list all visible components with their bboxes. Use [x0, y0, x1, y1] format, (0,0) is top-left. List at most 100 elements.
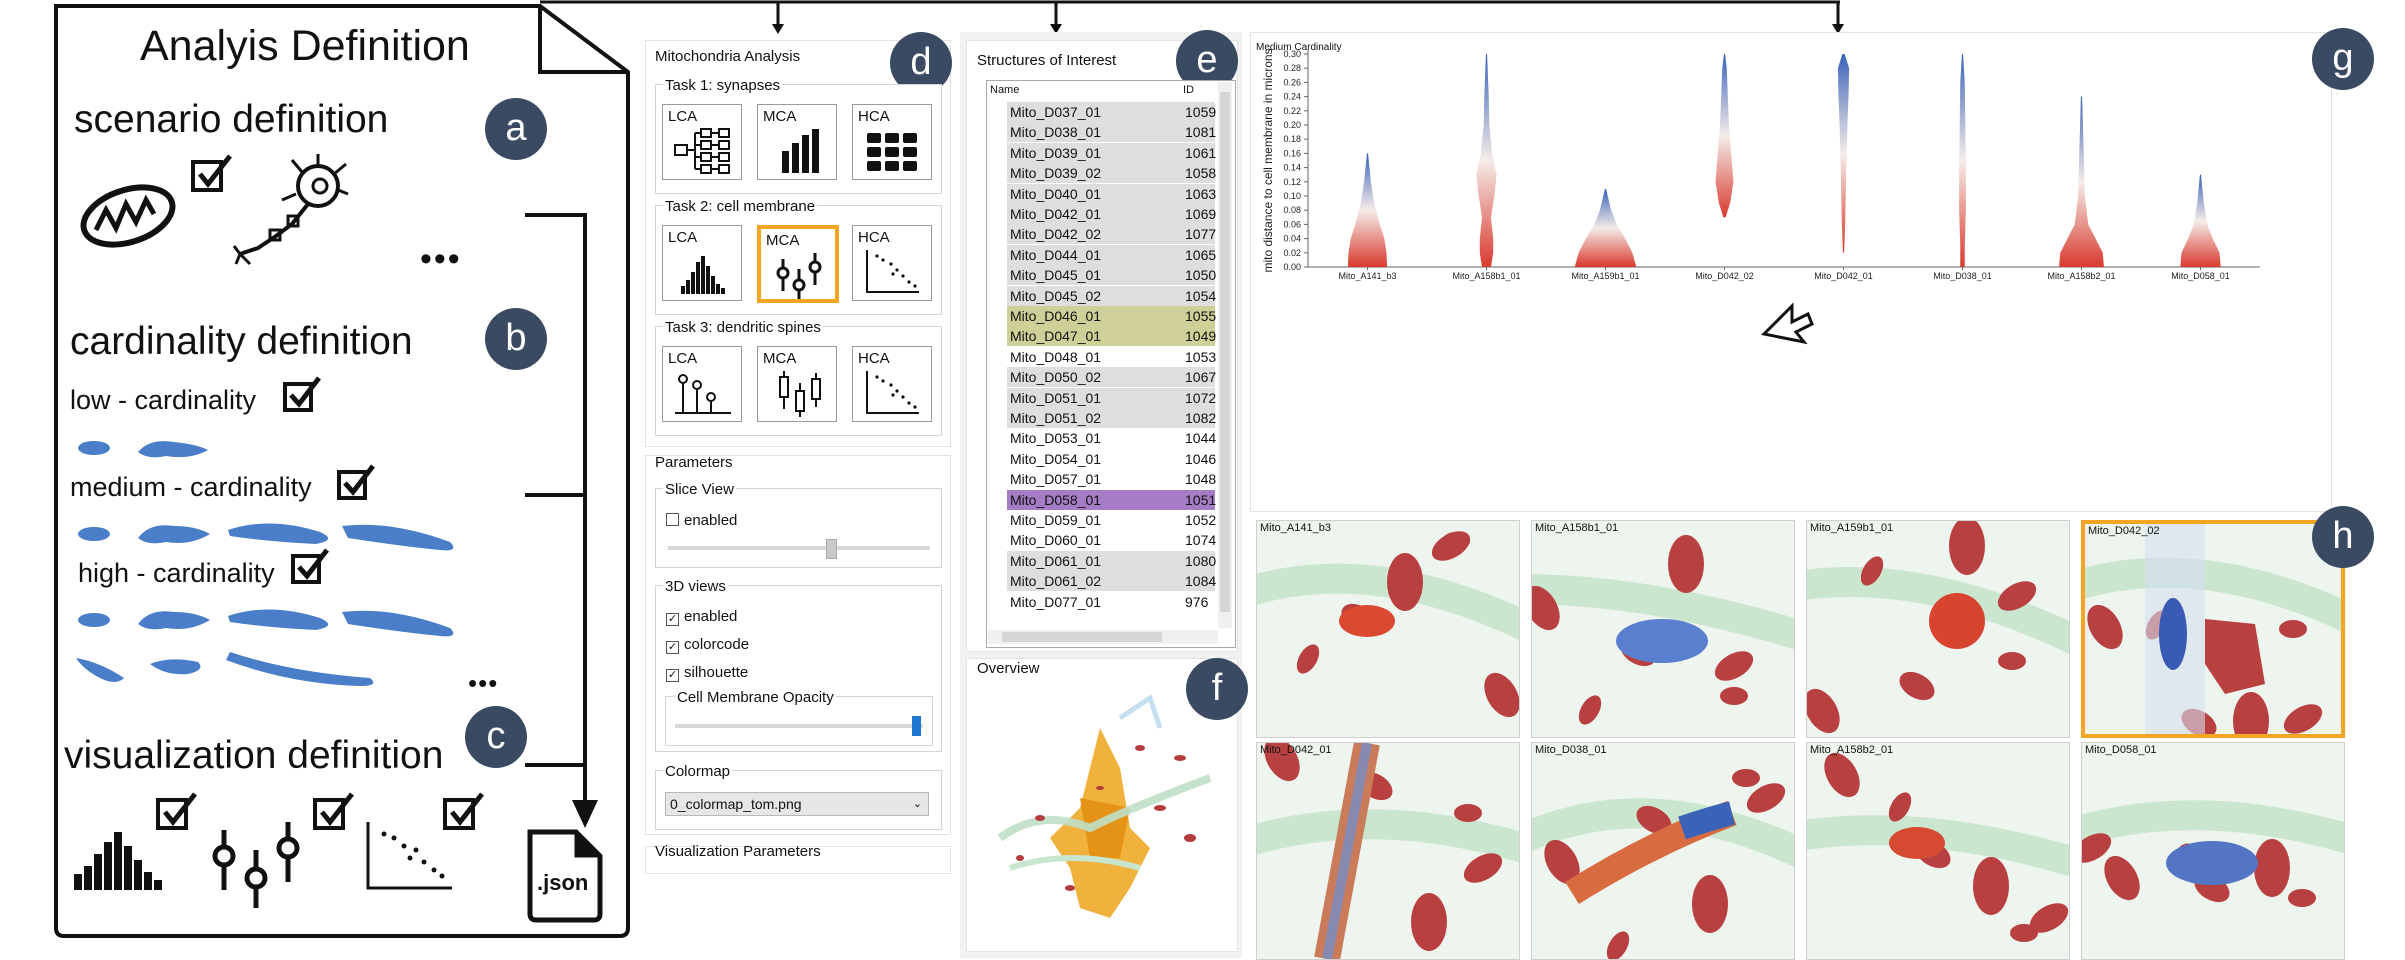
row-name: Mito_D060_01	[1010, 532, 1102, 549]
slice-slider-track[interactable]	[668, 539, 930, 559]
table-row[interactable]: Mito_D040_01 1063	[1007, 183, 1216, 204]
table-row[interactable]: Mito_D042_01 1069	[1007, 204, 1216, 224]
table-row[interactable]: Mito_D051_02 1082	[1007, 408, 1216, 428]
visualization-definition-heading: visualization definition	[64, 734, 444, 777]
thumbnail-label: Mito_D042_01	[1260, 744, 1332, 756]
opacity-label: Cell Membrane Opacity	[675, 689, 836, 706]
overview-3d-rendering	[997, 694, 1212, 918]
y-tick-label: 0.16	[1283, 148, 1301, 158]
table-row[interactable]: Mito_D077_01 976	[1007, 592, 1215, 612]
x-tick-label: Mito_D042_01	[1814, 271, 1873, 281]
silhouette-label: silhouette	[684, 664, 749, 681]
table-row[interactable]: Mito_D053_01 1044	[1007, 428, 1216, 448]
table-row[interactable]: Mito_D039_01 1061	[1007, 142, 1216, 163]
mito-thumbnail[interactable]: Mito_A158b1_01	[1531, 520, 1795, 738]
scatter-plot-icon	[866, 250, 919, 293]
table-row[interactable]: Mito_D061_01 1080	[1007, 550, 1216, 571]
mito-thumbnail[interactable]: Mito_D042_01	[1256, 742, 1520, 960]
task1-mca-button[interactable]: MCA	[757, 104, 837, 180]
mito-3d-render	[1807, 521, 2069, 734]
high-cardinality-shapes	[76, 609, 454, 686]
mca-label: MCA	[763, 108, 797, 125]
colorcode-checkbox[interactable]: ✓ colorcode	[666, 636, 749, 654]
mito-thumbnail[interactable]: Mito_D058_01	[2081, 742, 2345, 960]
task3-mca-button[interactable]: MCA	[757, 346, 837, 422]
checkbox-checked-icon: ✓	[666, 641, 679, 654]
row-name: Mito_D059_01	[1010, 512, 1102, 528]
task3-lca-button[interactable]: LCA	[662, 346, 742, 422]
task2-hca-button[interactable]: HCA	[852, 225, 932, 301]
row-name: Mito_D040_01	[1010, 185, 1102, 202]
scrollbar-thumb[interactable]	[1002, 632, 1162, 642]
checkbox-unchecked-icon	[666, 513, 679, 526]
table-row[interactable]: Mito_D060_01 1074	[1007, 530, 1216, 550]
scrollbar-thumb[interactable]	[1220, 92, 1230, 612]
boxplot-icon	[779, 371, 821, 417]
silhouette-checkbox[interactable]: ✓ silhouette	[666, 664, 748, 682]
task1-hca-button[interactable]: HCA	[852, 104, 932, 180]
table-row[interactable]: Mito_D037_01 1059	[1007, 102, 1216, 122]
mito-3d-render	[1532, 535, 1794, 725]
mito-thumbnail[interactable]: Mito_D038_01	[1531, 742, 1795, 960]
horizontal-scrollbar[interactable]	[988, 630, 1218, 644]
table-row[interactable]: Mito_D045_02 1054	[1007, 285, 1216, 306]
hierarchy-icon	[674, 128, 730, 174]
task2-mca-button-selected[interactable]: MCA	[757, 225, 839, 303]
thumbnail-label: Mito_D042_02	[2088, 525, 2160, 537]
row-id: 1065	[1185, 246, 1217, 263]
violin	[1959, 54, 1966, 267]
mito-thumbnail[interactable]: Mito_A141_b3	[1256, 520, 1520, 738]
task3-hca-button[interactable]: HCA	[852, 346, 932, 422]
mito-3d-render	[1807, 752, 2069, 942]
colormap-select[interactable]: 0_colormap_tom.png ⌄	[665, 792, 929, 816]
checkbox-checked-icon	[313, 792, 354, 830]
slice-enabled-checkbox[interactable]: enabled	[666, 512, 737, 529]
mito-3d-render	[2082, 800, 2344, 907]
y-tick-label: 0.04	[1283, 234, 1301, 244]
mitochondria-analysis-title: Mitochondria Analysis	[655, 48, 801, 65]
opacity-slider-track[interactable]	[675, 716, 923, 736]
checkbox-checked-icon	[283, 376, 321, 412]
histogram-icon	[74, 832, 162, 890]
structures-title: Structures of Interest	[977, 52, 1117, 69]
table-row[interactable]: Mito_D050_02 1067	[1007, 367, 1216, 388]
x-tick-label: Mito_D042_02	[1695, 271, 1754, 281]
row-id: 976	[1185, 593, 1209, 610]
row-name: Mito_D047_01	[1010, 328, 1102, 345]
medium-cardinality-shapes	[78, 523, 454, 551]
row-id: 1055	[1185, 308, 1217, 324]
table-row[interactable]: Mito_D051_01 1072	[1007, 387, 1216, 408]
table-row[interactable]: Mito_D044_01 1065	[1007, 244, 1217, 265]
table-row[interactable]: Mito_D046_01 1055	[1007, 306, 1217, 326]
task1-lca-button[interactable]: LCA	[662, 104, 742, 180]
table-row[interactable]: Mito_D038_01 1081	[1007, 122, 1216, 143]
table-row[interactable]: Mito_D047_01 1049	[1007, 326, 1217, 347]
lca-label: LCA	[668, 350, 698, 367]
overview-title: Overview	[977, 660, 1040, 677]
col-header-name[interactable]: Name	[990, 84, 1019, 96]
3d-enabled-checkbox[interactable]: ✓ enabled	[666, 608, 737, 626]
table-row[interactable]: Mito_D042_02 1077	[1007, 224, 1216, 245]
vertical-scrollbar[interactable]	[1218, 82, 1232, 628]
mito-thumbnail[interactable]: Mito_A159b1_01	[1806, 520, 2070, 738]
mito-thumbnail[interactable]: Mito_D042_02	[2081, 520, 2345, 738]
table-row[interactable]: Mito_D058_01 1051	[1007, 489, 1217, 510]
table-row[interactable]: Mito_D045_01 1050	[1007, 265, 1216, 286]
table-row[interactable]: Mito_D059_01 1052	[1007, 510, 1216, 530]
table-row[interactable]: Mito_D057_01 1048	[1007, 469, 1216, 489]
row-id: 1051	[1185, 491, 1217, 508]
x-tick-label: Mito_A158b2_01	[2047, 271, 2115, 281]
y-tick-label: 0.10	[1283, 191, 1301, 201]
col-header-id[interactable]: ID	[1183, 84, 1194, 96]
opacity-slider-thumb[interactable]	[912, 716, 922, 736]
table-row[interactable]: Mito_D039_02 1058	[1007, 163, 1216, 184]
slice-slider-thumb[interactable]	[826, 539, 838, 559]
task2-lca-button[interactable]: LCA	[662, 225, 742, 301]
mca-label: MCA	[763, 350, 797, 367]
table-row[interactable]: Mito_D048_01 1053	[1007, 347, 1216, 367]
row-id: 1049	[1185, 328, 1217, 345]
table-row[interactable]: Mito_D054_01 1046	[1007, 449, 1216, 469]
mito-thumbnail[interactable]: Mito_A158b2_01	[1806, 742, 2070, 960]
table-row[interactable]: Mito_D061_02 1084	[1007, 571, 1216, 592]
row-name: Mito_D077_01	[1010, 593, 1102, 610]
